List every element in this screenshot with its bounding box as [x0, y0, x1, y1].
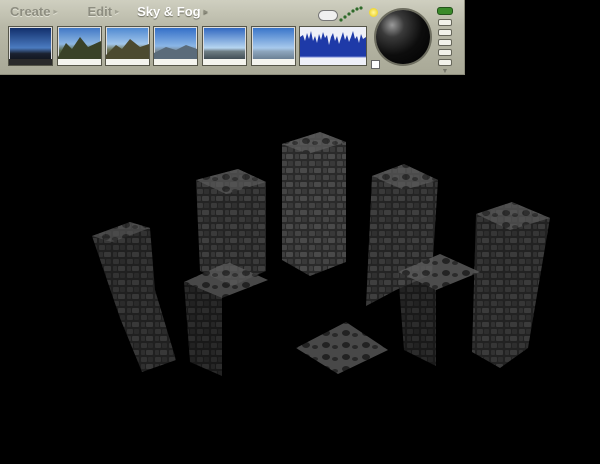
- sky-fog-toolbar: Create ▸ Edit ▸ Sky & Fog ▸ ▼: [0, 0, 465, 75]
- menu-bar: Create ▸ Edit ▸ Sky & Fog ▸: [10, 3, 208, 19]
- cloud-icon[interactable]: [318, 10, 338, 21]
- memory-slots: ▼: [437, 7, 453, 75]
- memory-slot-2[interactable]: [438, 29, 452, 36]
- menu-create-label: Create: [10, 3, 51, 19]
- chevron-down-icon[interactable]: ▼: [437, 68, 453, 75]
- preset-strip: [58, 59, 101, 65]
- sky-preview-ball[interactable]: [376, 10, 430, 64]
- memory-slot-5[interactable]: [438, 59, 452, 66]
- menu-sky-fog-label: Sky & Fog: [137, 3, 201, 19]
- fog-graph[interactable]: [299, 26, 367, 66]
- menu-edit[interactable]: Edit ▸: [87, 4, 119, 19]
- preset-strip: [154, 59, 197, 65]
- chevron-right-icon: ▸: [53, 6, 58, 16]
- stone-pillar: [472, 202, 550, 368]
- cloud-dots-icon: [339, 6, 363, 22]
- fog-toggle-box[interactable]: [371, 60, 380, 69]
- stone-pillar: [92, 222, 176, 372]
- preset-strip: [106, 59, 149, 65]
- stone-block: [184, 262, 268, 376]
- stone-pillar: [282, 132, 346, 276]
- floor-tile: [296, 322, 388, 374]
- sky-preset-1[interactable]: [8, 26, 53, 66]
- preset-strip: [203, 59, 246, 65]
- chevron-right-icon: ▸: [203, 6, 208, 16]
- sky-preset-2[interactable]: [57, 26, 102, 66]
- chevron-right-icon: ▸: [115, 6, 120, 16]
- menu-edit-label: Edit: [87, 3, 113, 19]
- menu-create[interactable]: Create ▸: [10, 4, 57, 19]
- sky-preset-4[interactable]: [153, 26, 198, 66]
- scene-viewport[interactable]: [0, 76, 600, 464]
- menu-sky-fog[interactable]: Sky & Fog ▸: [137, 4, 208, 19]
- memory-indicator-icon: [437, 7, 453, 15]
- memory-slot-3[interactable]: [438, 39, 452, 46]
- preset-strip: [252, 59, 295, 65]
- stone-block: [398, 254, 480, 366]
- fog-graph-plot: [300, 31, 366, 65]
- sky-preset-6[interactable]: [251, 26, 296, 66]
- sky-preset-5[interactable]: [202, 26, 247, 66]
- sky-preset-3[interactable]: [105, 26, 150, 66]
- memory-slot-1[interactable]: [438, 19, 452, 26]
- preset-strip: [9, 59, 52, 65]
- memory-slot-4[interactable]: [438, 49, 452, 56]
- sun-icon[interactable]: [369, 8, 378, 17]
